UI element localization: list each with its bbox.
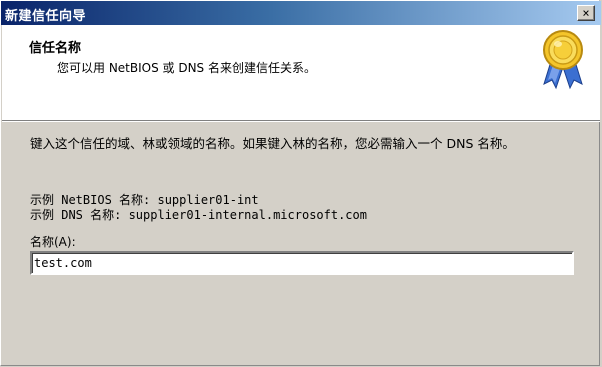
instruction-text: 键入这个信任的域、林或领域的名称。如果键入林的名称，您必需输入一个 DNS 名称…	[30, 136, 515, 151]
window-title: 新建信任向导	[5, 9, 87, 24]
example-dns: 示例 DNS 名称: supplier01-internal.microsoft…	[30, 208, 367, 222]
wizard-content: 键入这个信任的域、林或领域的名称。如果键入林的名称，您必需输入一个 DNS 名称…	[1, 121, 601, 367]
trust-wizard-window: 新建信任向导 × 信任名称 您可以用 NetBIOS 或 DNS 名来创建信任关…	[0, 0, 601, 367]
close-button[interactable]: ×	[577, 5, 595, 21]
name-label: 名称(A):	[30, 235, 76, 249]
page-subtitle: 您可以用 NetBIOS 或 DNS 名来创建信任关系。	[57, 61, 316, 75]
award-ribbon-icon	[543, 30, 583, 90]
wizard-header: 信任名称 您可以用 NetBIOS 或 DNS 名来创建信任关系。	[2, 25, 600, 121]
trust-name-input[interactable]	[30, 251, 574, 275]
title-bar[interactable]: 新建信任向导 ×	[1, 1, 601, 25]
page-title: 信任名称	[29, 41, 82, 56]
